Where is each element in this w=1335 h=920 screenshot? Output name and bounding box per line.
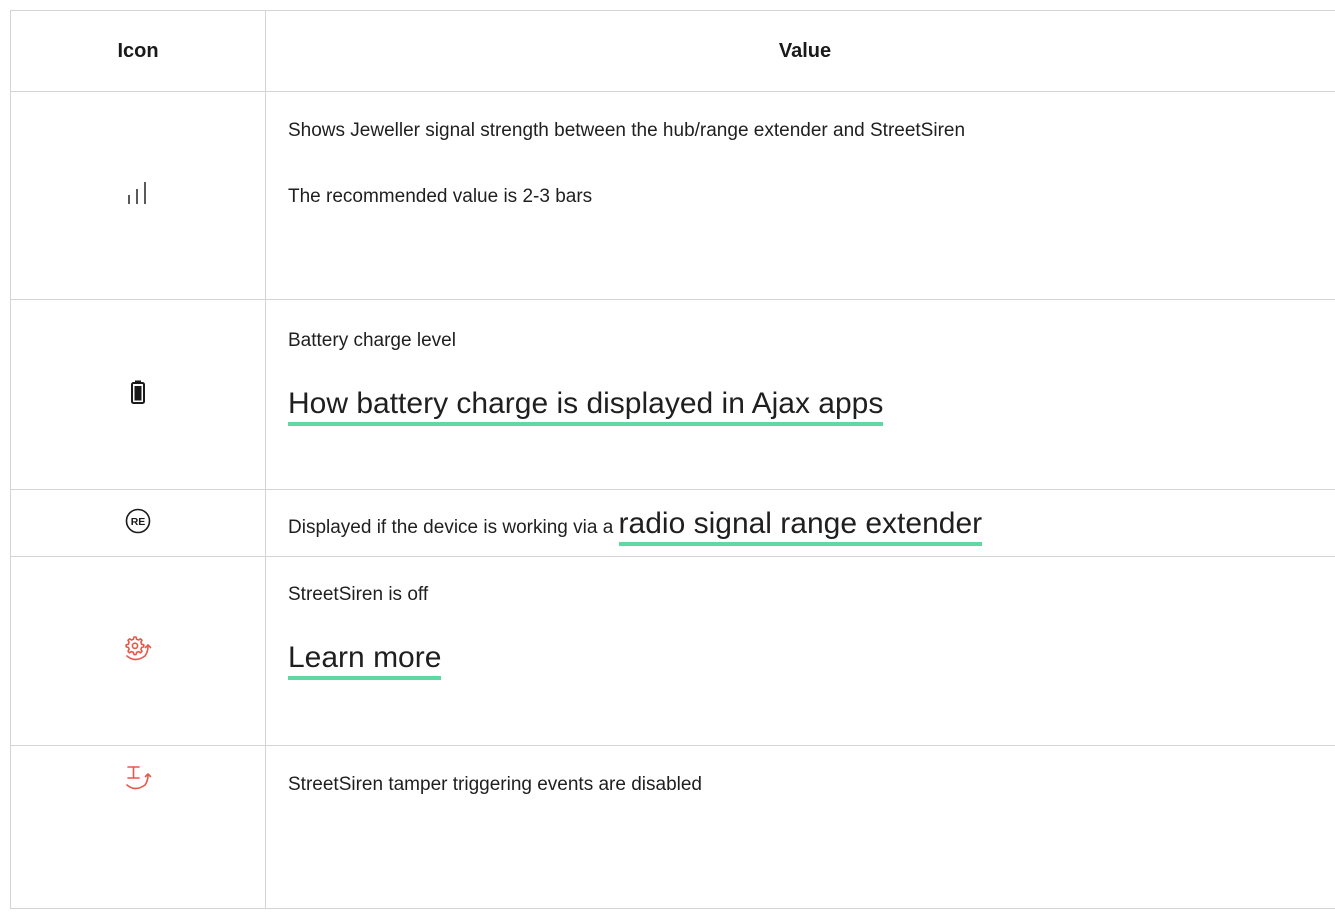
table-row: Battery charge level How battery charge … [10, 299, 1335, 490]
signal-strength-recommendation: The recommended value is 2-3 bars [288, 185, 593, 207]
range-extender-link[interactable]: radio signal range extender [618, 506, 983, 546]
value-cell: Displayed if the device is working via a… [265, 489, 1335, 557]
tamper-disabled-icon [124, 764, 152, 792]
icon-cell [10, 556, 266, 746]
learn-more-link[interactable]: Learn more [288, 640, 442, 680]
table-header-row: Icon Value [10, 10, 1335, 92]
icon-cell [10, 299, 266, 490]
table-row: RE Displayed if the device is working vi… [10, 489, 1335, 557]
value-column-header: Value [265, 10, 1335, 92]
table-row: Shows Jeweller signal strength between t… [10, 91, 1335, 300]
icon-cell [10, 91, 266, 300]
icon-column-header: Icon [10, 10, 266, 92]
value-cell: StreetSiren tamper triggering events are… [265, 745, 1335, 909]
device-off-icon [124, 635, 152, 663]
battery-description: Battery charge level [288, 330, 456, 351]
table-row: StreetSiren is off Learn more [10, 556, 1335, 746]
icon-cell: RE [10, 489, 266, 557]
tamper-disabled-description: StreetSiren tamper triggering events are… [288, 774, 703, 795]
battery-icon [131, 380, 145, 404]
device-states-table: Icon Value Shows Jeweller signal strengt… [10, 10, 1335, 909]
range-extender-icon: RE [125, 508, 151, 534]
value-cell: Shows Jeweller signal strength between t… [265, 91, 1335, 300]
signal-strength-icon [127, 180, 149, 206]
table-row: StreetSiren tamper triggering events are… [10, 745, 1335, 909]
value-cell: Battery charge level How battery charge … [265, 299, 1335, 490]
battery-charge-link[interactable]: How battery charge is displayed in Ajax … [288, 386, 884, 426]
value-cell: StreetSiren is off Learn more [265, 556, 1335, 746]
range-extender-description: Displayed if the device is working via a [288, 516, 614, 538]
icon-cell [10, 745, 266, 909]
signal-strength-description: Shows Jeweller signal strength between t… [288, 120, 966, 141]
device-off-description: StreetSiren is off [288, 584, 429, 605]
range-extender-icon-label: RE [131, 516, 146, 528]
